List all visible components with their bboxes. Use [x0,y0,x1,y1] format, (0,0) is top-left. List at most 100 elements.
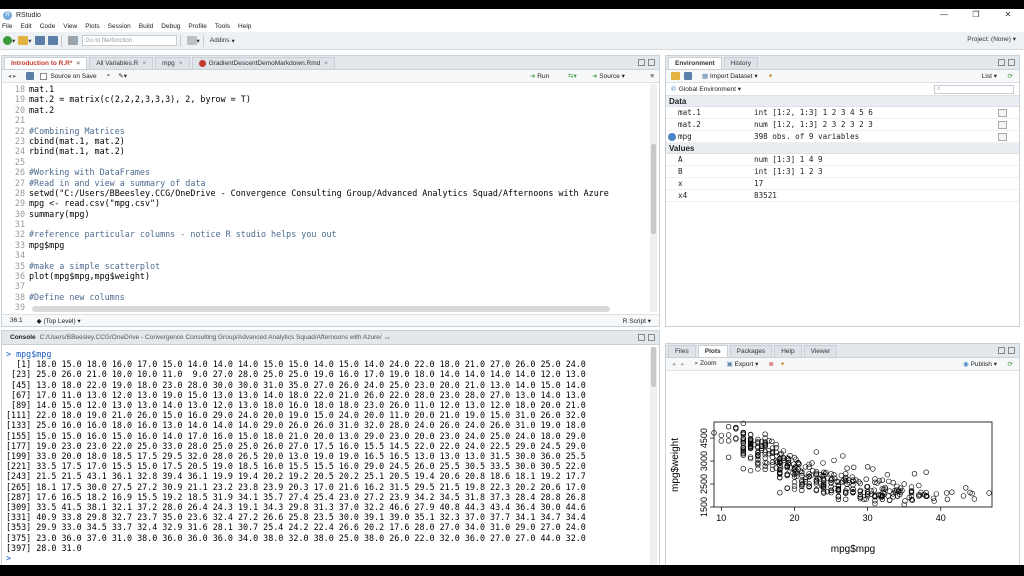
zoom-button[interactable]: ⌕ Zoom [695,360,717,368]
code-line[interactable]: 33 mpg$mpg [2,240,652,250]
view-data-icon[interactable] [998,133,1007,141]
source-on-save-checkbox[interactable] [40,72,48,80]
close-tab-icon[interactable]: × [142,60,146,67]
addins-button[interactable]: Addins ▾ [210,34,235,47]
editor-scrollbar[interactable] [650,84,657,312]
code-line[interactable]: 38 #Define new columns [2,292,652,302]
publish-button[interactable]: ◉ Publish ▾ [963,360,997,368]
env-row-x[interactable]: x 17 [666,178,1019,190]
source-button[interactable]: ➜ Source ▾ [592,72,625,80]
code-line[interactable]: 32 #reference particular columns - notice… [2,229,652,239]
close-button[interactable]: ✕ [992,9,1024,21]
goto-file-input[interactable]: Go to file/function [81,35,177,46]
search-icon[interactable]: ⌕ [107,72,111,80]
env-row-mpg[interactable]: mpg 398 obs. of 9 variables [666,131,1019,143]
export-button[interactable]: ▣ Export ▾ [727,360,759,368]
maximize-pane-icon[interactable] [1008,347,1015,354]
view-data-icon[interactable] [998,121,1007,129]
refresh-icon[interactable]: ⟳ [1008,72,1013,80]
project-menu[interactable]: Project: (None) ▾ [967,35,1016,43]
expand-icon[interactable] [668,133,676,141]
code-line[interactable]: 28 setwd("C:/Users/BBeesley.CCG/OneDrive … [2,188,652,198]
menu-plots[interactable]: Plots [85,23,99,30]
clear-workspace-icon[interactable]: ✦ [768,72,773,80]
environment-search-input[interactable]: ⌕ [934,85,1014,94]
maximize-pane-icon[interactable] [648,334,655,341]
tab-introduction-to-r[interactable]: Introduction to R.R* × [4,57,88,69]
console-scrollbar[interactable] [650,347,657,565]
tab-help[interactable]: Help [774,345,802,357]
code-line[interactable]: 29 mpg <- read.csv("mpg.csv") [2,198,652,208]
tab-plots[interactable]: Plots [697,345,728,357]
scrollbar-thumb[interactable] [651,347,656,387]
menu-tools[interactable]: Tools [215,23,230,30]
editor-horizontal-scrollbar[interactable] [32,306,610,312]
back-arrow-icon[interactable]: ◂ ▸ [8,72,16,80]
tab-viewer[interactable]: Viewer [803,345,838,357]
load-workspace-icon[interactable] [671,72,680,80]
save-all-button[interactable] [47,34,58,47]
close-tab-icon[interactable]: × [324,60,328,67]
clear-plots-icon[interactable]: ✦ [780,360,785,368]
outline-icon[interactable]: ≡ [650,73,654,80]
tab-gradient-descent[interactable]: GradientDescentDemoMarkdown.Rmd × [191,57,336,69]
code-line[interactable]: 21 [2,115,652,125]
menu-profile[interactable]: Profile [188,23,206,30]
code-line[interactable]: 30 summary(mpg) [2,209,652,219]
run-button[interactable]: ➜ Run [530,72,549,80]
menu-view[interactable]: View [63,23,77,30]
code-editor[interactable]: 18 mat.1 19 mat.2 = matrix(c(2,2,2,3,3,3), … [2,84,652,312]
previous-plot-icon[interactable]: ◂ [672,360,675,368]
env-row-b[interactable]: Bint [1:3] 1 2 3 [666,166,1019,178]
print-button[interactable] [67,34,78,47]
minimize-pane-icon[interactable] [638,59,645,66]
save-workspace-icon[interactable] [684,72,692,80]
code-line[interactable]: 27 #Read in and view a summary of data [2,178,652,188]
code-line[interactable]: 26 #Working with DataFrames [2,167,652,177]
code-line[interactable]: 20 mat.2 [2,105,652,115]
code-line[interactable]: 25 [2,157,652,167]
new-file-button[interactable]: ▾ [3,34,15,47]
file-type-selector[interactable]: R Script ▾ [623,317,651,325]
console-output[interactable]: > mpg$mpg [1] 18.0 15.0 18.0 16.0 17.0 1… [6,349,650,565]
menu-code[interactable]: Code [40,23,56,30]
scrollbar-thumb[interactable] [651,144,656,234]
tab-mpg[interactable]: mpg × [155,57,190,69]
menu-build[interactable]: Build [139,23,153,30]
env-row-mat-2[interactable]: mat.2 num [1:2, 1:3] 2 3 2 3 2 3 [666,119,1019,131]
menu-debug[interactable]: Debug [161,23,180,30]
env-row-mat-1[interactable]: mat.1 int [1:2, 1:3] 1 2 3 4 5 6 [666,107,1019,119]
scope-selector[interactable]: ◆ (Top Level) ▾ [37,317,81,325]
save-icon[interactable] [26,72,35,80]
next-plot-icon[interactable]: ▸ [681,360,684,368]
list-view-button[interactable]: List ▾ [982,72,997,80]
maximize-pane-icon[interactable] [648,59,655,66]
goto-directory-icon[interactable]: ⇨ [385,334,390,342]
minimize-button[interactable]: — [928,9,960,21]
tab-all-variables[interactable]: All Variables.R × [89,57,154,69]
global-environment-dropdown[interactable]: Global Environment ▾ [679,85,741,93]
menu-session[interactable]: Session [108,23,131,30]
close-tab-icon[interactable]: × [179,60,183,67]
view-data-icon[interactable] [998,109,1007,117]
close-tab-icon[interactable]: × [76,60,80,67]
code-tools-icon[interactable]: ✎▾ [118,72,127,80]
maximize-button[interactable]: ❐ [960,9,992,21]
import-dataset-button[interactable]: ▦ Import Dataset ▾ [702,72,758,80]
code-line[interactable]: 22 #Combining Matrices [2,126,652,136]
code-line[interactable]: 31 [2,219,652,229]
rerun-button[interactable]: ⇆▾ [568,72,577,80]
menu-edit[interactable]: Edit [20,23,31,30]
code-line[interactable]: 36 plot(mpg$mpg,mpg$weight) [2,271,652,281]
minimize-pane-icon[interactable] [638,334,645,341]
open-file-button[interactable]: ▾ [18,34,32,47]
code-line[interactable]: 19 mat.2 = matrix(c(2,2,2,3,3,3), 2, byro… [2,94,652,104]
console-tab[interactable]: Console [10,334,36,341]
refresh-icon[interactable]: ⟳ [1008,360,1013,368]
env-row-x4[interactable]: x4 83521 [666,190,1019,202]
menu-help[interactable]: Help [238,23,251,30]
code-line[interactable]: 23 cbind(mat.1, mat.2) [2,136,652,146]
tab-packages[interactable]: Packages [729,345,773,357]
maximize-pane-icon[interactable] [1008,59,1015,66]
save-button[interactable] [34,34,45,47]
